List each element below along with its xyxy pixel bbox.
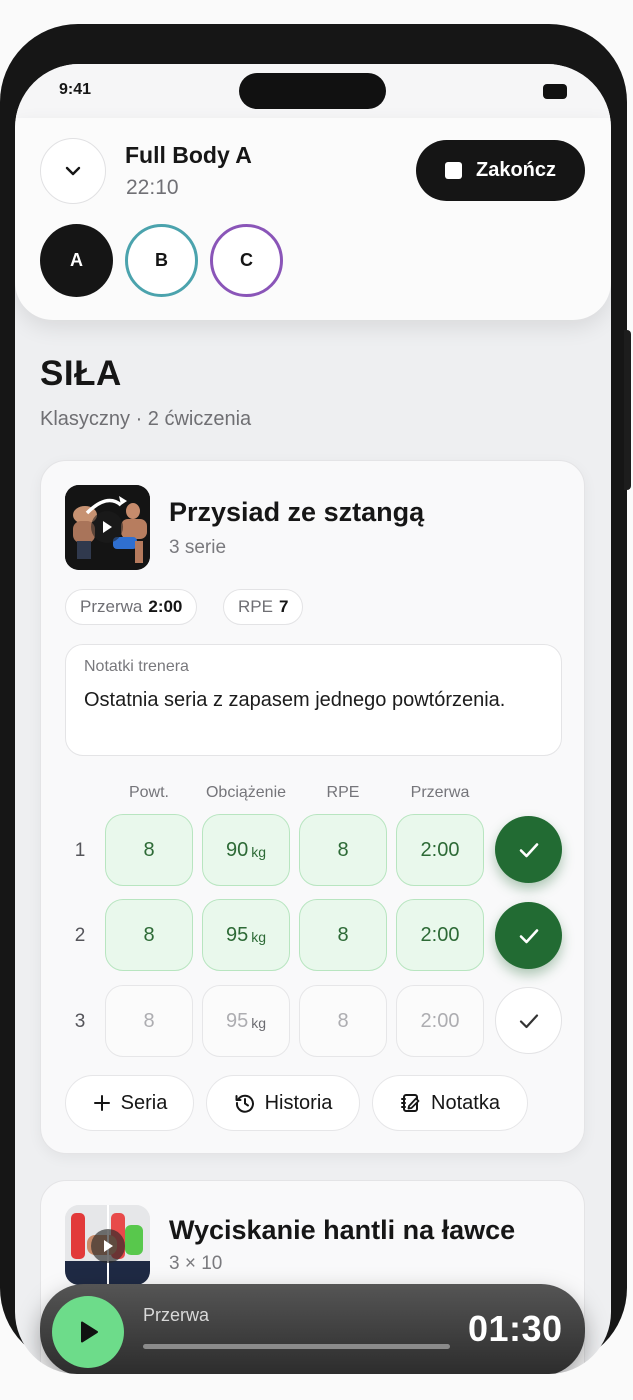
set-number: 3 bbox=[74, 1011, 86, 1032]
status-time: 9:41 bbox=[59, 81, 92, 98]
finish-label: Zakończ bbox=[475, 159, 557, 181]
notebook-pen-icon bbox=[401, 1094, 420, 1112]
rest-timer-time: 01:30 bbox=[468, 1308, 563, 1349]
set-rpe-input[interactable]: 8 bbox=[299, 814, 387, 886]
note-label: Notatka bbox=[431, 1091, 500, 1114]
note-button[interactable]: Notatka bbox=[372, 1075, 528, 1131]
variant-b-button[interactable]: B bbox=[125, 224, 198, 297]
history-label: Historia bbox=[264, 1091, 333, 1114]
workout-header: Full Body A 22:10 Zakończ A B C bbox=[15, 118, 611, 320]
col-reps: Powt. bbox=[128, 784, 169, 801]
weight-unit: kg bbox=[251, 843, 267, 860]
exercise-name[interactable]: Przysiad ze sztangą bbox=[169, 497, 424, 528]
history-button[interactable]: Historia bbox=[206, 1075, 360, 1131]
section-subtitle: Klasyczny · 2 ćwiczenia bbox=[40, 408, 252, 430]
col-rest: Przerwa bbox=[410, 784, 470, 801]
set-number: 1 bbox=[74, 840, 86, 861]
exercise-sets-count: 3 × 10 bbox=[169, 1253, 223, 1274]
workout-title: Full Body A bbox=[125, 142, 252, 168]
plus-icon bbox=[93, 1095, 110, 1111]
set-weight-input[interactable]: 90 kg bbox=[202, 814, 290, 886]
set-rpe-input[interactable]: 8 bbox=[299, 899, 387, 971]
rpe-pill-label: RPE bbox=[238, 597, 273, 616]
set-weight-value: 90 bbox=[225, 838, 249, 861]
set-weight-input[interactable]: 95 kg bbox=[202, 985, 290, 1057]
set-reps-input[interactable]: 8 bbox=[105, 899, 193, 971]
weight-unit: kg bbox=[251, 928, 267, 945]
chevron-down-icon bbox=[65, 166, 81, 176]
check-icon bbox=[519, 928, 538, 943]
set-rest-input[interactable]: 2:00 bbox=[396, 985, 484, 1057]
set-number: 2 bbox=[74, 925, 86, 946]
side-button bbox=[624, 330, 631, 490]
set-complete-toggle[interactable] bbox=[495, 987, 562, 1054]
variant-c-button[interactable]: C bbox=[210, 224, 283, 297]
rpe-pill[interactable]: RPE 7 bbox=[223, 589, 304, 625]
check-icon bbox=[519, 842, 538, 857]
rpe-pill-value: 7 bbox=[278, 597, 289, 616]
set-weight-value: 95 bbox=[225, 923, 249, 946]
rest-timer-progress[interactable] bbox=[143, 1344, 450, 1349]
dynamic-island bbox=[239, 73, 386, 109]
coach-notes-text: Ostatnia seria z zapasem jednego powtórz… bbox=[84, 689, 506, 711]
screen: 9:41 SIŁA Klasyczny · 2 ćwiczenia Przysi… bbox=[15, 64, 611, 1374]
history-icon bbox=[235, 1094, 254, 1113]
play-icon bbox=[81, 1321, 98, 1343]
add-set-button[interactable]: Seria bbox=[65, 1075, 194, 1131]
collapse-button[interactable] bbox=[40, 138, 106, 204]
set-complete-toggle[interactable] bbox=[495, 816, 562, 883]
set-rest-input[interactable]: 2:00 bbox=[396, 814, 484, 886]
rest-pill-value: 2:00 bbox=[148, 597, 183, 616]
set-complete-toggle[interactable] bbox=[495, 902, 562, 969]
exercise-sets-count: 3 serie bbox=[169, 537, 227, 558]
rest-timer-label: Przerwa bbox=[143, 1305, 210, 1325]
status-bar: 9:41 bbox=[15, 64, 611, 118]
exercise-thumbnail[interactable] bbox=[65, 485, 150, 570]
set-weight-input[interactable]: 95 kg bbox=[202, 899, 290, 971]
timer-play-button[interactable] bbox=[52, 1296, 124, 1368]
section-title: SIŁA bbox=[40, 354, 122, 393]
rest-timer-bar: Przerwa 01:30 bbox=[40, 1284, 585, 1374]
col-weight: Obciążenie bbox=[205, 784, 287, 801]
exercise-name[interactable]: Wyciskanie hantli na ławce bbox=[169, 1215, 515, 1246]
add-set-label: Seria bbox=[120, 1091, 168, 1114]
battery-icon bbox=[543, 84, 567, 99]
workout-timer: 22:10 bbox=[126, 176, 179, 199]
set-weight-value: 95 bbox=[225, 1009, 249, 1032]
play-video-icon[interactable] bbox=[91, 511, 123, 543]
play-video-icon[interactable] bbox=[91, 1229, 125, 1263]
coach-notes: Notatki trenera Ostatnia seria z zapasem… bbox=[65, 644, 562, 756]
set-rpe-input[interactable]: 8 bbox=[299, 985, 387, 1057]
exercise-card: Przysiad ze sztangą 3 serie Przerwa 2:00… bbox=[40, 460, 585, 1154]
set-reps-input[interactable]: 8 bbox=[105, 814, 193, 886]
check-icon bbox=[519, 1013, 538, 1028]
rest-pill-label: Przerwa bbox=[80, 597, 143, 616]
set-rest-input[interactable]: 2:00 bbox=[396, 899, 484, 971]
finish-workout-button[interactable]: Zakończ bbox=[416, 140, 585, 201]
set-reps-input[interactable]: 8 bbox=[105, 985, 193, 1057]
col-rpe: RPE bbox=[326, 784, 360, 801]
variant-a-button[interactable]: A bbox=[40, 224, 113, 297]
stop-icon bbox=[444, 162, 462, 179]
exercise-thumbnail[interactable] bbox=[65, 1205, 150, 1285]
weight-unit: kg bbox=[251, 1014, 267, 1031]
coach-notes-label: Notatki trenera bbox=[84, 658, 189, 675]
rest-pill[interactable]: Przerwa 2:00 bbox=[65, 589, 198, 625]
